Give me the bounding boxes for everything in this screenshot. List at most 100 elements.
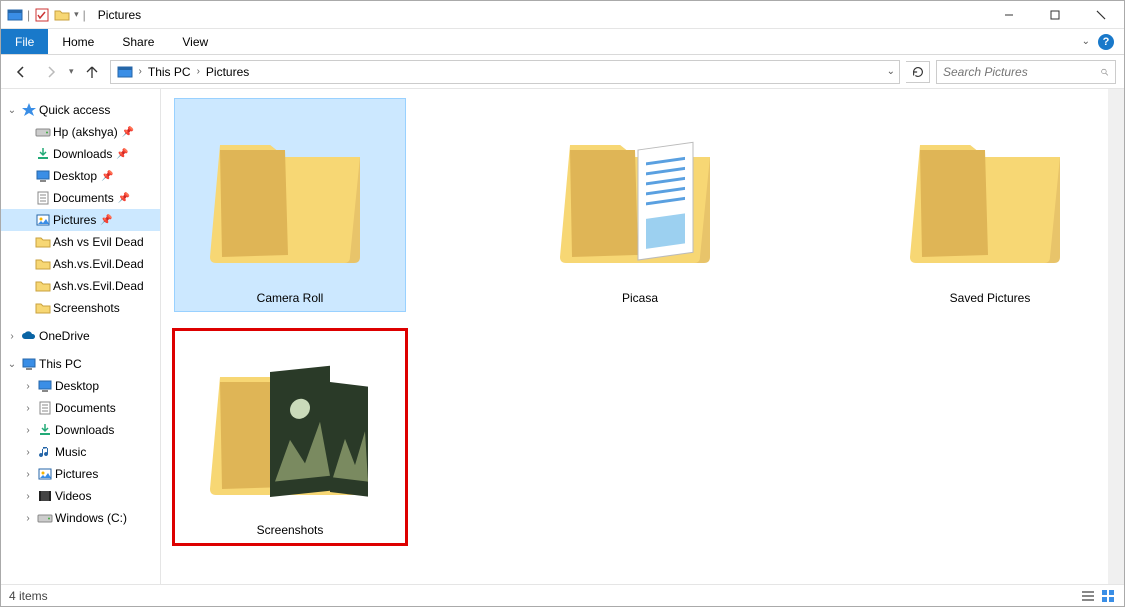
expand-icon[interactable]: › (21, 447, 35, 458)
ribbon-expand-icon[interactable]: ⌄ (1082, 36, 1090, 47)
qat-properties-icon[interactable] (34, 7, 50, 23)
tree-item-icon (37, 422, 53, 438)
sidebar[interactable]: ⌄ Quick access Hp (akshya)📌Downloads📌Des… (1, 89, 161, 584)
collapse-icon[interactable]: ⌄ (5, 359, 19, 370)
search-input[interactable] (943, 65, 1100, 79)
navbar: ▾ › This PC › Pictures ⌄ (1, 55, 1124, 89)
folder-icon (550, 105, 730, 285)
sidebar-item[interactable]: ›Downloads (1, 419, 160, 441)
folder-item[interactable]: Picasa (525, 99, 755, 311)
tree-item-label: Screenshots (53, 301, 120, 315)
pin-icon: 📌 (122, 127, 134, 138)
sidebar-item[interactable]: Ash vs Evil Dead (1, 231, 160, 253)
folder-item[interactable]: Screenshots (175, 331, 405, 543)
sidebar-item[interactable]: Ash.vs.Evil.Dead (1, 275, 160, 297)
tree-item-label: Videos (55, 489, 91, 503)
folder-item[interactable]: Saved Pictures (875, 99, 1105, 311)
tree-item-icon (37, 378, 53, 394)
tree-item-label: Music (55, 445, 86, 459)
cloud-icon (21, 328, 37, 344)
tree-item-label: Ash.vs.Evil.Dead (53, 279, 144, 293)
tree-label: Quick access (39, 103, 110, 117)
app-icon (7, 7, 23, 23)
tree-item-icon (37, 510, 53, 526)
tree-label: OneDrive (39, 329, 90, 343)
expand-icon[interactable]: › (21, 403, 35, 414)
tree-item-icon (35, 278, 51, 294)
nav-back-button[interactable] (9, 60, 33, 84)
sidebar-item[interactable]: Documents📌 (1, 187, 160, 209)
ribbon-tab-home[interactable]: Home (48, 29, 108, 54)
folder-icon (200, 337, 380, 517)
vertical-scrollbar[interactable] (1108, 89, 1124, 584)
folder-icon (200, 105, 380, 285)
sidebar-item[interactable]: ›Desktop (1, 375, 160, 397)
expand-icon[interactable]: › (5, 331, 19, 342)
expand-icon[interactable]: › (21, 469, 35, 480)
sidebar-item[interactable]: › Documents (1, 397, 160, 419)
close-button[interactable] (1078, 1, 1124, 29)
tree-item-label: Documents (55, 401, 116, 415)
breadcrumb-segment[interactable]: This PC (144, 65, 195, 79)
sidebar-item[interactable]: › Videos (1, 485, 160, 507)
breadcrumb-segment[interactable]: Pictures (202, 65, 253, 79)
search-icon[interactable] (1100, 64, 1109, 80)
qat-dropdown-icon[interactable]: ▾ (74, 9, 79, 20)
view-details-button[interactable] (1080, 588, 1096, 604)
folder-label: Saved Pictures (950, 291, 1031, 305)
collapse-icon[interactable]: ⌄ (5, 105, 19, 116)
expand-icon[interactable]: › (21, 491, 35, 502)
minimize-button[interactable] (986, 1, 1032, 29)
maximize-button[interactable] (1032, 1, 1078, 29)
titlebar: | ▾ | Pictures (1, 1, 1124, 29)
tree-item-icon (35, 124, 51, 140)
tree-item-icon (35, 168, 51, 184)
sidebar-item[interactable]: Pictures 📌 (1, 209, 160, 231)
tree-item-label: Pictures (53, 213, 96, 227)
search-box[interactable] (936, 60, 1116, 84)
address-dropdown-icon[interactable]: ⌄ (885, 66, 897, 77)
folder-item[interactable]: Camera Roll (175, 99, 405, 311)
view-icons-button[interactable] (1100, 588, 1116, 604)
content-pane[interactable]: Camera Roll Picasa Saved Pictures Screensho… (161, 89, 1124, 584)
tree-onedrive[interactable]: › OneDrive (1, 325, 160, 347)
pin-icon: 📌 (100, 215, 112, 226)
nav-recent-dropdown[interactable]: ▾ (69, 66, 74, 77)
expand-icon[interactable]: › (21, 425, 35, 436)
qat-divider: | (27, 8, 30, 22)
tree-item-label: Ash.vs.Evil.Dead (53, 257, 144, 271)
expand-icon[interactable]: › (21, 513, 35, 524)
ribbon-tab-share[interactable]: Share (108, 29, 168, 54)
status-bar: 4 items (1, 584, 1124, 606)
ribbon-tab-view[interactable]: View (168, 29, 222, 54)
sidebar-item[interactable]: Downloads📌 (1, 143, 160, 165)
refresh-button[interactable] (906, 61, 930, 83)
tree-item-icon (35, 256, 51, 272)
sidebar-item[interactable]: › Music (1, 441, 160, 463)
address-bar[interactable]: › This PC › Pictures ⌄ (110, 60, 900, 84)
tree-item-label: Desktop (53, 169, 97, 183)
tree-this-pc[interactable]: ⌄ This PC (1, 353, 160, 375)
sidebar-item[interactable]: Ash.vs.Evil.Dead (1, 253, 160, 275)
expand-icon[interactable]: › (21, 381, 35, 392)
sidebar-item[interactable]: Desktop📌 (1, 165, 160, 187)
tree-item-icon (35, 234, 51, 250)
ribbon-tab-file[interactable]: File (1, 29, 48, 54)
tree-quick-access[interactable]: ⌄ Quick access (1, 99, 160, 121)
qat-folder-icon[interactable] (54, 7, 70, 23)
help-icon[interactable]: ? (1098, 34, 1114, 50)
address-root-icon[interactable] (113, 64, 137, 80)
sidebar-item[interactable]: Hp (akshya)📌 (1, 121, 160, 143)
sidebar-item[interactable]: ›Windows (C:) (1, 507, 160, 529)
nav-forward-button[interactable] (39, 60, 63, 84)
qat-divider: | (83, 8, 86, 22)
chevron-right-icon[interactable]: › (137, 66, 144, 77)
pin-icon: 📌 (118, 193, 130, 204)
sidebar-item[interactable]: ›Pictures (1, 463, 160, 485)
window-title: Pictures (98, 8, 141, 22)
nav-up-button[interactable] (80, 60, 104, 84)
sidebar-item[interactable]: Screenshots (1, 297, 160, 319)
chevron-right-icon[interactable]: › (195, 66, 202, 77)
tree-item-icon (37, 400, 53, 416)
tree-label: This PC (39, 357, 82, 371)
